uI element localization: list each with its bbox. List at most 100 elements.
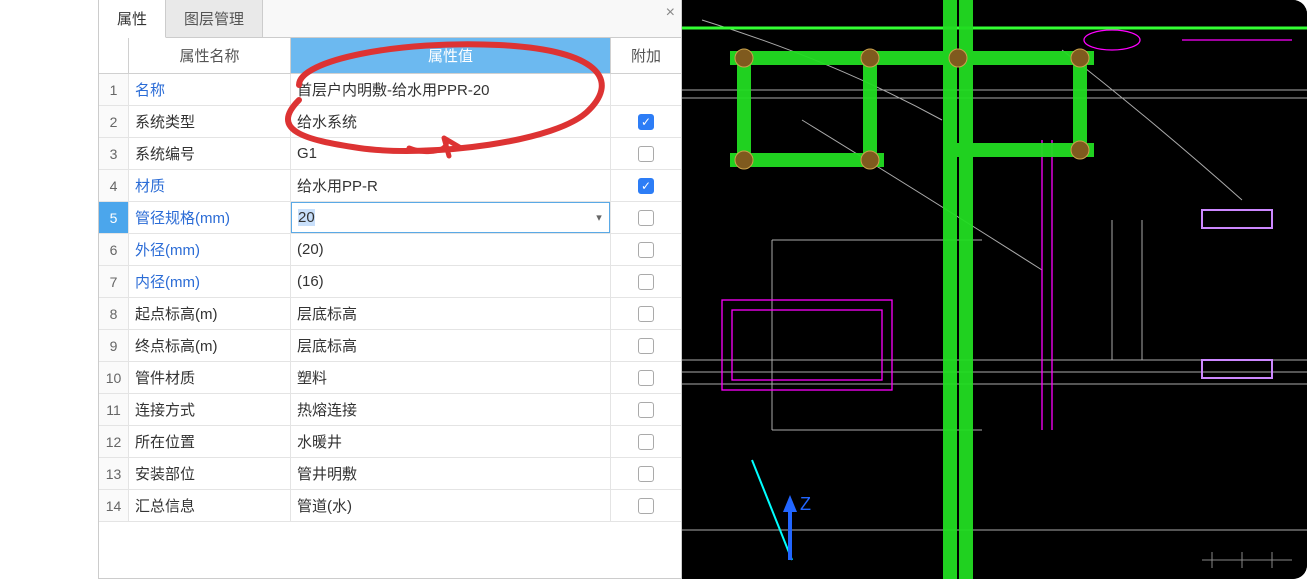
addon-cell	[611, 138, 681, 169]
axis-z-label: Z	[800, 494, 811, 514]
row-number: 7	[99, 266, 129, 297]
property-name: 系统类型	[129, 106, 291, 137]
addon-checkbox[interactable]	[638, 274, 654, 290]
addon-cell	[611, 202, 681, 233]
property-value[interactable]: G1	[291, 138, 611, 169]
row-number: 9	[99, 330, 129, 361]
row-number: 6	[99, 234, 129, 265]
property-name: 安装部位	[129, 458, 291, 489]
table-row[interactable]: 4材质给水用PP-R ✓	[99, 170, 681, 202]
grid-body: 1名称首层户内明敷-给水用PPR-202系统类型给水系统✓3系统编号G14材质给…	[99, 74, 681, 522]
property-name: 汇总信息	[129, 490, 291, 521]
row-number: 8	[99, 298, 129, 329]
addon-checkbox[interactable]	[638, 242, 654, 258]
property-name: 外径(mm)	[129, 234, 291, 265]
property-value[interactable]: 20▾	[291, 202, 611, 233]
table-row[interactable]: 7内径(mm)(16)	[99, 266, 681, 298]
property-value[interactable]: 给水系统	[291, 106, 611, 137]
row-number: 4	[99, 170, 129, 201]
addon-cell	[611, 426, 681, 457]
property-name: 连接方式	[129, 394, 291, 425]
table-row[interactable]: 13安装部位管井明敷	[99, 458, 681, 490]
addon-checkbox[interactable]	[638, 306, 654, 322]
row-number: 2	[99, 106, 129, 137]
property-value[interactable]: 首层户内明敷-给水用PPR-20	[291, 74, 611, 105]
property-value[interactable]: 管道(水)	[291, 490, 611, 521]
table-row[interactable]: 14汇总信息管道(水)	[99, 490, 681, 522]
row-number: 10	[99, 362, 129, 393]
tab-layers[interactable]: 图层管理	[166, 0, 263, 37]
table-row[interactable]: 12所在位置水暖井	[99, 426, 681, 458]
addon-checkbox[interactable]	[638, 210, 654, 226]
header-value[interactable]: 属性值	[291, 38, 611, 73]
grid-header: 属性名称 属性值 附加	[99, 38, 681, 74]
combobox-text[interactable]: 20	[292, 209, 589, 226]
properties-panel: × 属性 图层管理 属性名称 属性值 附加 1名称首层户内明敷-给水用PPR-2…	[98, 0, 682, 579]
property-name: 名称	[129, 74, 291, 105]
addon-cell	[611, 490, 681, 521]
addon-cell: ✓	[611, 170, 681, 201]
row-number: 13	[99, 458, 129, 489]
value-combobox[interactable]: 20▾	[291, 202, 610, 233]
property-value[interactable]: (20)	[291, 234, 611, 265]
table-row[interactable]: 10管件材质塑料	[99, 362, 681, 394]
property-value[interactable]: 水暖井	[291, 426, 611, 457]
property-name: 管件材质	[129, 362, 291, 393]
addon-checkbox[interactable]	[638, 146, 654, 162]
property-name: 系统编号	[129, 138, 291, 169]
addon-cell	[611, 74, 681, 105]
addon-checkbox[interactable]	[638, 338, 654, 354]
property-value[interactable]: 热熔连接	[291, 394, 611, 425]
addon-checkbox[interactable]	[638, 466, 654, 482]
property-name: 材质	[129, 170, 291, 201]
property-name: 管径规格(mm)	[129, 202, 291, 233]
app-window: × 属性 图层管理 属性名称 属性值 附加 1名称首层户内明敷-给水用PPR-2…	[0, 0, 1307, 579]
property-value[interactable]: 塑料	[291, 362, 611, 393]
addon-checkbox[interactable]	[638, 434, 654, 450]
table-row[interactable]: 9终点标高(m)层底标高	[99, 330, 681, 362]
addon-cell	[611, 266, 681, 297]
addon-checkbox[interactable]: ✓	[638, 178, 654, 194]
addon-checkbox[interactable]	[638, 402, 654, 418]
property-value[interactable]: 层底标高	[291, 330, 611, 361]
table-row[interactable]: 8起点标高(m)层底标高	[99, 298, 681, 330]
header-rownum	[99, 38, 129, 73]
property-name: 所在位置	[129, 426, 291, 457]
cad-viewport[interactable]: Z	[682, 0, 1307, 579]
table-row[interactable]: 2系统类型给水系统 ✓	[99, 106, 681, 138]
addon-cell	[611, 458, 681, 489]
addon-cell	[611, 330, 681, 361]
property-name: 终点标高(m)	[129, 330, 291, 361]
row-number: 12	[99, 426, 129, 457]
row-number: 3	[99, 138, 129, 169]
property-value[interactable]: 给水用PP-R	[291, 170, 611, 201]
addon-checkbox[interactable]	[638, 370, 654, 386]
close-icon[interactable]: ×	[666, 4, 675, 22]
addon-cell	[611, 394, 681, 425]
row-number: 11	[99, 394, 129, 425]
row-number: 14	[99, 490, 129, 521]
addon-checkbox[interactable]: ✓	[638, 114, 654, 130]
addon-cell: ✓	[611, 106, 681, 137]
addon-cell	[611, 298, 681, 329]
table-row[interactable]: 6外径(mm)(20)	[99, 234, 681, 266]
tab-bar: 属性 图层管理	[99, 0, 681, 38]
left-gutter	[0, 0, 98, 579]
table-row[interactable]: 1名称首层户内明敷-给水用PPR-20	[99, 74, 681, 106]
chevron-down-icon[interactable]: ▾	[589, 211, 609, 224]
property-value[interactable]: (16)	[291, 266, 611, 297]
property-value[interactable]: 管井明敷	[291, 458, 611, 489]
tab-properties[interactable]: 属性	[99, 0, 166, 38]
row-number: 5	[99, 202, 129, 233]
addon-checkbox[interactable]	[638, 498, 654, 514]
addon-cell	[611, 362, 681, 393]
table-row[interactable]: 11连接方式热熔连接	[99, 394, 681, 426]
table-row[interactable]: 3系统编号G1	[99, 138, 681, 170]
addon-cell	[611, 234, 681, 265]
header-name[interactable]: 属性名称	[129, 38, 291, 73]
header-addon[interactable]: 附加	[611, 38, 681, 73]
property-name: 起点标高(m)	[129, 298, 291, 329]
property-name: 内径(mm)	[129, 266, 291, 297]
table-row[interactable]: 5管径规格(mm)20▾	[99, 202, 681, 234]
property-value[interactable]: 层底标高	[291, 298, 611, 329]
